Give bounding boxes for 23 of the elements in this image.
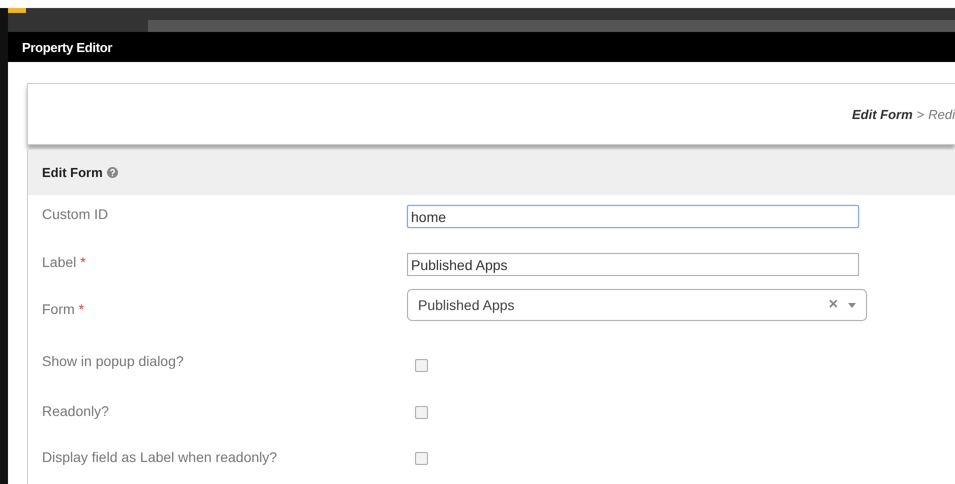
required-mark: *: [80, 254, 86, 270]
field-label: Form: [42, 301, 75, 317]
field-label: Label: [42, 254, 76, 270]
help-icon[interactable]: [106, 167, 118, 178]
checkbox[interactable]: [415, 406, 428, 419]
field-label: Custom ID: [42, 206, 108, 222]
select-field[interactable]: Published Apps ×: [407, 289, 867, 321]
breadcrumb-separator: >: [916, 106, 924, 122]
breadcrumb-item[interactable]: Redi: [928, 106, 955, 122]
checkbox[interactable]: [415, 452, 428, 465]
text-field[interactable]: home: [407, 205, 859, 228]
text-field[interactable]: Published Apps: [407, 253, 859, 276]
caret-icon: [848, 302, 856, 308]
tab-marker: [8, 8, 26, 13]
field-label: Display field as Label when readonly?: [42, 449, 278, 465]
breadcrumb-item[interactable]: Edit Form: [852, 106, 913, 122]
required-mark: *: [78, 301, 84, 317]
field-label: Show in popup dialog?: [42, 353, 184, 369]
window-title: Property Editor: [22, 40, 112, 54]
field-label: Readonly?: [42, 403, 109, 419]
checkbox[interactable]: [415, 359, 428, 372]
section-title: Edit Form: [42, 165, 103, 180]
clear-icon[interactable]: ×: [828, 296, 838, 314]
